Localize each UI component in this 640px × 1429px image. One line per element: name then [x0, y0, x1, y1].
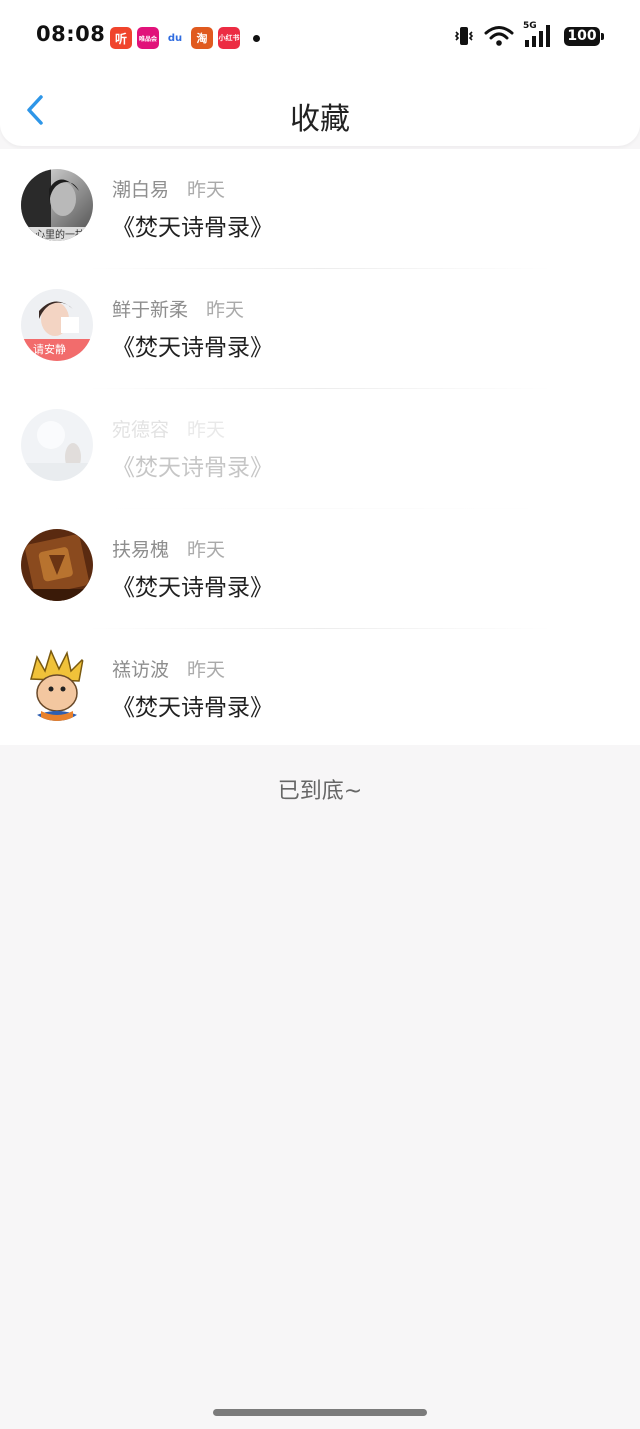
top-bar: 08:08 听 唯品会 du 淘 小红书 5G 100 收藏 [0, 0, 640, 146]
xiaohongshu-app-icon: 小红书 [218, 27, 240, 49]
user-name: 扶易槐 [112, 539, 170, 561]
user-name: 潮白易 [112, 179, 170, 201]
book-title[interactable]: 《焚天诗骨录》 [112, 688, 273, 722]
favorite-item[interactable]: 禚访波 昨天 《焚天诗骨录》 [0, 629, 640, 749]
user-name: 禚访波 [112, 659, 170, 681]
avatar[interactable]: 请安静 [21, 289, 93, 361]
navigation-bar: 收藏 [0, 74, 640, 146]
baidu-app-icon: du [164, 27, 186, 49]
avatar[interactable] [21, 529, 93, 601]
favorite-meta: 潮白易 昨天 [112, 175, 225, 202]
ting-app-icon: 听 [110, 27, 132, 49]
avatar-banner-text: 请安静 [33, 342, 66, 356]
user-name: 宛德容 [112, 419, 170, 441]
end-of-list-text: 已到底~ [277, 779, 363, 804]
book-title[interactable]: 《焚天诗骨录》 [112, 568, 273, 602]
status-time: 08:08 [36, 22, 106, 46]
favorite-time: 昨天 [187, 179, 226, 201]
favorite-item[interactable]: 请安静 鲜于新柔 昨天 《焚天诗骨录》 [0, 269, 640, 389]
favorite-meta: 鲜于新柔 昨天 [112, 295, 244, 322]
book-title[interactable]: 《焚天诗骨录》 [112, 448, 273, 482]
user-name: 鲜于新柔 [112, 299, 189, 321]
favorite-item[interactable]: 扶易槐 昨天 《焚天诗骨录》 [0, 509, 640, 629]
avatar[interactable] [21, 649, 93, 721]
avatar[interactable]: 心里的一抹 [21, 169, 93, 241]
favorite-meta: 禚访波 昨天 [112, 655, 225, 682]
favorite-meta: 扶易槐 昨天 [112, 535, 225, 562]
home-indicator[interactable] [213, 1409, 427, 1416]
favorite-meta: 宛德容 昨天 [112, 415, 225, 442]
battery-icon: 100 [564, 26, 604, 46]
favorite-time: 昨天 [187, 419, 226, 441]
svg-text:心里的一抹: 心里的一抹 [35, 228, 85, 241]
favorites-list: 心里的一抹 潮白易昨天 《焚天诗骨录》 请安静 鲜于新柔昨天 《焚天诗骨录》 [0, 149, 640, 745]
status-bar: 08:08 听 唯品会 du 淘 小红书 5G 100 [0, 0, 640, 74]
favorite-item[interactable]: 心里的一抹 潮白易 昨天 《焚天诗骨录》 [0, 149, 640, 269]
book-title[interactable]: 《焚天诗骨录》 [112, 208, 273, 242]
vibrate-icon [454, 27, 474, 45]
favorite-item[interactable]: 宛德容 昨天 《焚天诗骨录》 [0, 389, 640, 509]
notification-app-icons: 听 唯品会 du 淘 小红书 [110, 26, 260, 50]
avatar[interactable] [21, 409, 93, 481]
more-notifications-dot [253, 34, 260, 42]
favorite-time: 昨天 [187, 539, 226, 561]
cellular-signal-icon: 5G [523, 21, 555, 48]
wifi-icon [484, 26, 514, 46]
taobao-app-icon: 淘 [191, 27, 213, 49]
weipinhui-app-icon: 唯品会 [137, 27, 159, 49]
favorite-time: 昨天 [187, 659, 226, 681]
system-icons: 5G 100 [453, 21, 604, 48]
favorite-time: 昨天 [206, 299, 245, 321]
page-title: 收藏 [290, 102, 350, 137]
book-title[interactable]: 《焚天诗骨录》 [112, 328, 273, 362]
